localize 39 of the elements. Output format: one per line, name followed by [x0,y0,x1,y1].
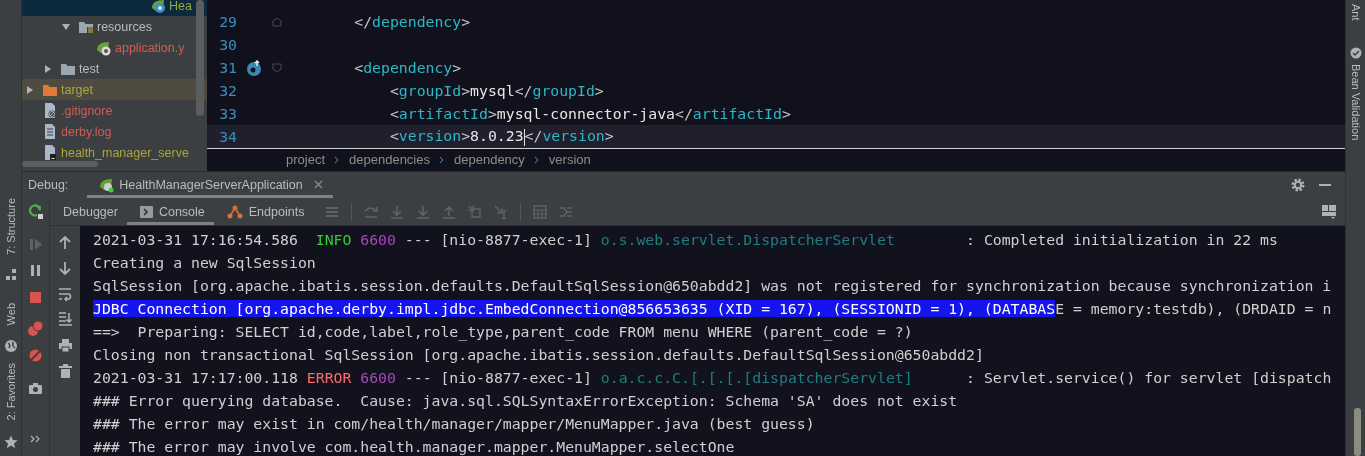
tool-window-button[interactable]: Ant [1349,4,1362,21]
session-tab[interactable]: HealthManagerServerApplication [87,172,333,198]
console-line: Closing non transactional SqlSession [org.apache.ibatis.session.defaults.DefaultSqlSession@650abdd2] [93,345,985,365]
breadcrumb[interactable]: dependency [454,152,525,167]
code-line: <dependency> [353,59,462,76]
console-line: JDBC Connection [org.apache.derby.impl.jdbc.EmbedConnection@856653635 (XID = 167), (SESSIONID = 1), (DATABASE = memory:testdb), (DRDAID = n [93,299,1333,319]
tool-window-button[interactable]: 7: Structure [4,198,17,281]
code-line: </dependency> [353,13,471,30]
tree-item[interactable]: test [22,58,207,79]
console-line: SqlSession [org.apache.ibatis.session.defaults.DefaultSqlSession@650abdd2] was not registered for synchronization because synchronization i [93,276,1333,296]
line-number: 33 [218,105,237,122]
tool-window-button[interactable]: Bean Validation [1349,46,1362,140]
line-number: 29 [218,13,237,30]
line-number: 30 [218,36,237,53]
code-line: <version>8.0.23</version> [388,127,614,146]
breadcrumb[interactable]: dependencies [349,152,430,167]
tree-item[interactable]: resources [22,16,207,37]
console-line: 2021-03-31 17:16:54.586 INFO 6600 --- [nio-8877-exec-1] o.s.web.servlet.DispatcherServlet : Completed initialization in 22 ms [93,230,1279,250]
code-line: <groupId>mysql</groupId> [388,82,604,99]
line-number: 31 [218,59,237,76]
breadcrumb[interactable]: project [286,152,326,167]
console-line: ### The error may exist in com/health/manager/mapper/MenuMapper.java (best guess) [93,414,816,434]
line-number: 34 [218,128,237,145]
tree-item[interactable]: health_manager_serve [22,142,207,163]
console-line: 2021-03-31 17:17:00.118 ERROR 6600 --- [nio-8877-exec-1] o.a.c.c.C.[.[.[.[dispatcherServlet] : Servlet.service() for servlet [dispatch [93,368,1333,388]
tree-item[interactable]: Hea [22,0,207,16]
tab[interactable]: Endpoints [213,198,314,225]
tab[interactable]: Debugger [50,198,127,225]
tree-item[interactable]: target [22,79,207,100]
tool-window-button[interactable]: 2: Favorites [3,363,18,449]
console-line: ### The error may involve com.health.manager.mapper.MenuMapper.selectOne [93,437,736,456]
panel-title: Debug: [28,178,69,192]
code-line: <artifactId>mysql-connector-java</artifactId> [388,105,791,122]
console-line: ==> Preparing: SELECT id,code,label,role_type,parent_code FROM menu WHERE (parent_code = ?) [93,322,914,343]
console-line: ### Error querying database. Cause: java.sql.SQLSyntaxErrorException: Schema 'SA' does not exist [93,391,959,411]
breadcrumb[interactable]: version [548,152,591,167]
console-line: Creating a new SqlSession [93,253,317,273]
line-number: 32 [218,82,237,99]
tool-window-button[interactable]: Web [3,302,18,354]
